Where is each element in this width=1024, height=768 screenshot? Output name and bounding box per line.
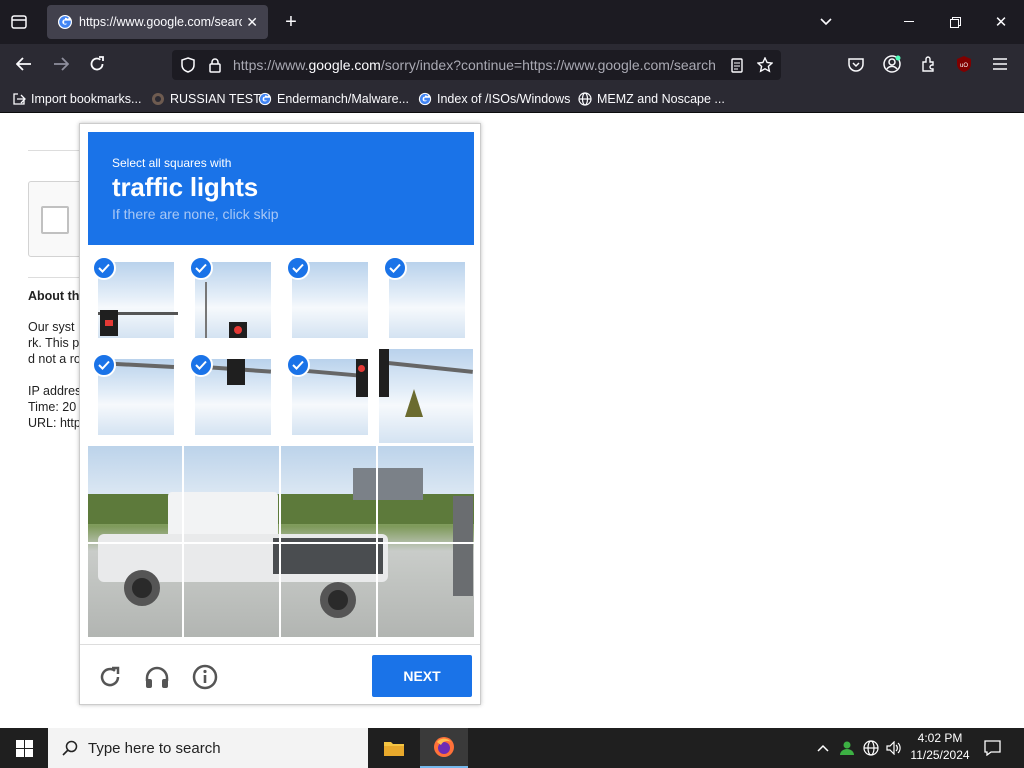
check-icon — [92, 353, 116, 377]
account-icon[interactable] — [881, 53, 903, 75]
taskbar-search[interactable]: Type here to search — [48, 728, 368, 768]
check-icon — [189, 353, 213, 377]
ublock-icon[interactable]: uO — [953, 53, 975, 75]
captcha-tile[interactable] — [88, 252, 182, 346]
tab-title: https://www.google.com/search? — [79, 15, 243, 29]
menu-icon[interactable] — [989, 53, 1011, 75]
captcha-tile[interactable] — [282, 446, 376, 540]
check-icon — [286, 256, 310, 280]
divider — [28, 150, 80, 151]
headphones-icon[interactable] — [143, 663, 171, 691]
tray-chevron-up-icon[interactable] — [812, 728, 834, 768]
file-explorer-icon[interactable] — [372, 728, 416, 768]
captcha-tile[interactable] — [185, 252, 279, 346]
reload-icon[interactable] — [86, 53, 108, 75]
next-button[interactable]: NEXT — [372, 655, 472, 697]
notification-icon[interactable] — [980, 728, 1004, 768]
info-line: Our syst — [28, 320, 75, 334]
reload-challenge-icon[interactable] — [96, 663, 124, 691]
back-icon[interactable] — [13, 53, 35, 75]
captcha-hint: If there are none, click skip — [112, 206, 279, 222]
url-label[interactable]: URL: http — [28, 416, 81, 430]
taskbar: Type here to search 4:02 PM 11/25/2024 — [0, 728, 1024, 768]
captcha-tile[interactable] — [379, 349, 473, 443]
clock-date: 11/25/2024 — [910, 748, 970, 762]
extensions-icon[interactable] — [918, 53, 940, 75]
bookmark-endermanch[interactable]: Endermanch/Malware... — [258, 84, 409, 113]
lock-icon[interactable] — [204, 54, 226, 76]
captcha-tile[interactable] — [185, 446, 279, 540]
info-icon[interactable] — [191, 663, 219, 691]
captcha-tile[interactable] — [88, 349, 182, 443]
bookmark-memz[interactable]: MEMZ and Noscape ... — [578, 84, 725, 113]
captcha-tile[interactable] — [379, 252, 473, 346]
restore-icon[interactable] — [944, 11, 966, 33]
tab-overview-icon[interactable] — [8, 11, 30, 33]
browser-tab[interactable]: https://www.google.com/search? ✕ — [47, 5, 268, 39]
captcha-grid — [88, 252, 474, 637]
captcha-tile[interactable] — [282, 543, 376, 637]
google-icon — [258, 92, 272, 106]
captcha-tile[interactable] — [185, 349, 279, 443]
globe-icon — [578, 91, 592, 106]
grid-line — [88, 542, 474, 544]
tab-bar: https://www.google.com/search? ✕ + ✕ — [0, 0, 1024, 44]
captcha-tile[interactable] — [282, 349, 376, 443]
google-icon — [57, 14, 73, 30]
bookmark-import[interactable]: Import bookmarks... — [12, 84, 141, 113]
reader-view-icon[interactable] — [726, 54, 748, 76]
clock-time: 4:02 PM — [917, 731, 963, 745]
close-tab-icon[interactable]: ✕ — [246, 14, 258, 31]
import-icon — [12, 92, 26, 106]
bookmark-russian-test[interactable]: RUSSIAN TEST — [151, 84, 261, 113]
bookmarks-bar: Import bookmarks... RUSSIAN TEST Enderma… — [0, 84, 1024, 113]
firefox-taskbar-icon[interactable] — [420, 728, 468, 768]
taskbar-clock[interactable]: 4:02 PM 11/25/2024 — [906, 730, 974, 764]
minimize-icon[interactable] — [898, 11, 920, 33]
windows-start-icon[interactable] — [0, 728, 48, 768]
user-tray-icon[interactable] — [836, 728, 858, 768]
recaptcha-checkbox[interactable] — [41, 206, 69, 234]
ip-address: IP addres — [28, 384, 82, 398]
about-heading: About th — [28, 289, 80, 303]
url-text[interactable]: https://www.google.com/sorry/index?conti… — [233, 50, 715, 80]
search-placeholder: Type here to search — [88, 739, 221, 757]
captcha-header: Select all squares with traffic lights I… — [88, 132, 474, 245]
captcha-tile[interactable] — [88, 543, 182, 637]
captcha-footer: NEXT — [80, 644, 480, 704]
chevron-down-icon[interactable] — [815, 11, 837, 33]
bookmark-star-icon[interactable] — [754, 54, 776, 76]
captcha-target: traffic lights — [112, 172, 258, 202]
captcha-tile[interactable] — [88, 446, 182, 540]
google-icon — [418, 92, 432, 106]
volume-icon[interactable] — [883, 728, 905, 768]
captcha-tile[interactable] — [379, 543, 473, 637]
nav-bar: https://www.google.com/sorry/index?conti… — [0, 44, 1024, 84]
github-icon — [151, 92, 165, 106]
check-icon — [189, 256, 213, 280]
address-bar[interactable]: https://www.google.com/sorry/index?conti… — [172, 50, 781, 80]
search-icon — [62, 740, 78, 756]
time-label: Time: 20 — [28, 400, 77, 414]
pocket-icon[interactable] — [845, 53, 867, 75]
check-icon — [383, 256, 407, 280]
captcha-tile[interactable] — [379, 446, 473, 540]
info-line: rk. This p — [28, 336, 80, 350]
new-tab-icon[interactable]: + — [280, 11, 302, 33]
captcha-dialog: Select all squares with traffic lights I… — [79, 123, 481, 705]
network-globe-icon[interactable] — [860, 728, 882, 768]
captcha-tile[interactable] — [282, 252, 376, 346]
shield-icon[interactable] — [177, 54, 199, 76]
svg-text:uO: uO — [960, 63, 968, 69]
captcha-tile[interactable] — [185, 543, 279, 637]
divider — [28, 277, 80, 278]
captcha-instruction: Select all squares with — [112, 156, 232, 170]
bookmark-index-isos[interactable]: Index of /ISOs/Windows — [418, 84, 570, 113]
close-window-icon[interactable]: ✕ — [990, 11, 1012, 33]
forward-icon[interactable] — [50, 53, 72, 75]
check-icon — [286, 353, 310, 377]
check-icon — [92, 256, 116, 280]
info-line: d not a ro — [28, 352, 81, 366]
